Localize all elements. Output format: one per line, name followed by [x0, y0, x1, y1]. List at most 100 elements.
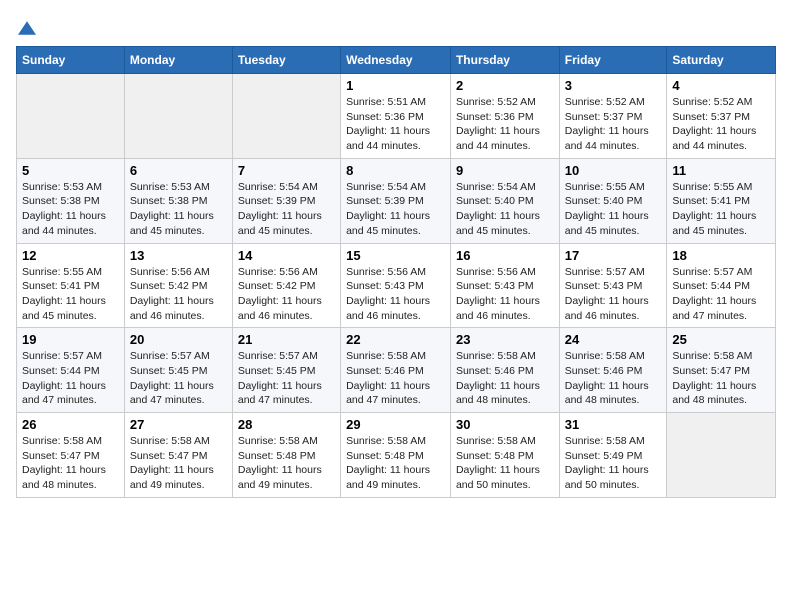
day-detail: Sunrise: 5:51 AMSunset: 5:36 PMDaylight:… — [346, 95, 445, 154]
day-cell — [17, 74, 125, 159]
day-detail: Sunrise: 5:56 AMSunset: 5:42 PMDaylight:… — [130, 265, 227, 324]
day-cell: 29 Sunrise: 5:58 AMSunset: 5:48 PMDayligh… — [341, 413, 451, 498]
day-cell: 7Sunrise: 5:54 AMSunset: 5:39 PMDaylight… — [232, 158, 340, 243]
day-detail: Sunrise: 5:58 AMSunset: 5:46 PMDaylight:… — [456, 349, 554, 408]
day-cell: 17 Sunrise: 5:57 AMSunset: 5:43 PMDayligh… — [559, 243, 667, 328]
day-detail: Sunrise: 5:53 AMSunset: 5:38 PMDaylight:… — [22, 180, 119, 239]
day-number: 30 — [456, 417, 554, 432]
day-cell: 6 Sunrise: 5:53 AMSunset: 5:38 PMDaylight… — [124, 158, 232, 243]
day-detail: Sunrise: 5:52 AMSunset: 5:36 PMDaylight:… — [456, 95, 554, 154]
day-number: 5 — [22, 163, 119, 178]
day-cell: 8 Sunrise: 5:54 AMSunset: 5:39 PMDaylight… — [341, 158, 451, 243]
day-number: 17 — [565, 248, 662, 263]
day-detail: Sunrise: 5:54 AMSunset: 5:39 PMDaylight:… — [346, 180, 445, 239]
day-cell: 16 Sunrise: 5:56 AMSunset: 5:43 PMDayligh… — [450, 243, 559, 328]
day-cell: 18 Sunrise: 5:57 AMSunset: 5:44 PMDayligh… — [667, 243, 776, 328]
calendar-table: SundayMondayTuesdayWednesdayThursdayFrid… — [16, 46, 776, 498]
day-detail: Sunrise: 5:56 AMSunset: 5:43 PMDaylight:… — [346, 265, 445, 324]
day-number: 6 — [130, 163, 227, 178]
day-detail: Sunrise: 5:57 AMSunset: 5:45 PMDaylight:… — [238, 349, 335, 408]
day-cell — [124, 74, 232, 159]
day-cell: 14 Sunrise: 5:56 AMSunset: 5:42 PMDayligh… — [232, 243, 340, 328]
day-cell: 30 Sunrise: 5:58 AMSunset: 5:48 PMDayligh… — [450, 413, 559, 498]
day-number: 18 — [672, 248, 770, 263]
day-detail: Sunrise: 5:58 AMSunset: 5:48 PMDaylight:… — [456, 434, 554, 493]
col-header-wednesday: Wednesday — [341, 47, 451, 74]
calendar-header-row: SundayMondayTuesdayWednesdayThursdayFrid… — [17, 47, 776, 74]
week-row-3: 12 Sunrise: 5:55 AMSunset: 5:41 PMDayligh… — [17, 243, 776, 328]
logo-text — [16, 16, 36, 38]
week-row-5: 26Sunrise: 5:58 AMSunset: 5:47 PMDayligh… — [17, 413, 776, 498]
day-cell: 19 Sunrise: 5:57 AMSunset: 5:44 PMDayligh… — [17, 328, 125, 413]
day-number: 3 — [565, 78, 662, 93]
day-detail: Sunrise: 5:58 AMSunset: 5:48 PMDaylight:… — [346, 434, 445, 493]
day-detail: Sunrise: 5:58 AMSunset: 5:47 PMDaylight:… — [130, 434, 227, 493]
day-number: 15 — [346, 248, 445, 263]
week-row-4: 19 Sunrise: 5:57 AMSunset: 5:44 PMDayligh… — [17, 328, 776, 413]
day-detail: Sunrise: 5:55 AMSunset: 5:40 PMDaylight:… — [565, 180, 662, 239]
day-detail: Sunrise: 5:55 AMSunset: 5:41 PMDaylight:… — [672, 180, 770, 239]
day-cell: 24 Sunrise: 5:58 AMSunset: 5:46 PMDayligh… — [559, 328, 667, 413]
week-row-1: 1 Sunrise: 5:51 AMSunset: 5:36 PMDaylight… — [17, 74, 776, 159]
col-header-saturday: Saturday — [667, 47, 776, 74]
day-cell: 21Sunrise: 5:57 AMSunset: 5:45 PMDayligh… — [232, 328, 340, 413]
logo — [16, 16, 36, 38]
day-number: 1 — [346, 78, 445, 93]
col-header-sunday: Sunday — [17, 47, 125, 74]
day-detail: Sunrise: 5:56 AMSunset: 5:42 PMDaylight:… — [238, 265, 335, 324]
day-number: 4 — [672, 78, 770, 93]
page-header — [16, 16, 776, 38]
day-cell: 20 Sunrise: 5:57 AMSunset: 5:45 PMDayligh… — [124, 328, 232, 413]
day-number: 25 — [672, 332, 770, 347]
day-number: 29 — [346, 417, 445, 432]
day-number: 19 — [22, 332, 119, 347]
day-cell: 31Sunrise: 5:58 AMSunset: 5:49 PMDayligh… — [559, 413, 667, 498]
col-header-tuesday: Tuesday — [232, 47, 340, 74]
day-number: 24 — [565, 332, 662, 347]
day-cell: 3 Sunrise: 5:52 AMSunset: 5:37 PMDaylight… — [559, 74, 667, 159]
day-number: 12 — [22, 248, 119, 263]
day-detail: Sunrise: 5:57 AMSunset: 5:43 PMDaylight:… — [565, 265, 662, 324]
day-cell — [232, 74, 340, 159]
day-number: 14 — [238, 248, 335, 263]
day-number: 22 — [346, 332, 445, 347]
day-cell: 26Sunrise: 5:58 AMSunset: 5:47 PMDayligh… — [17, 413, 125, 498]
day-cell: 9Sunrise: 5:54 AMSunset: 5:40 PMDaylight… — [450, 158, 559, 243]
day-detail: Sunrise: 5:54 AMSunset: 5:39 PMDaylight:… — [238, 180, 335, 239]
day-detail: Sunrise: 5:58 AMSunset: 5:49 PMDaylight:… — [565, 434, 662, 493]
day-cell: 4Sunrise: 5:52 AMSunset: 5:37 PMDaylight… — [667, 74, 776, 159]
day-detail: Sunrise: 5:57 AMSunset: 5:45 PMDaylight:… — [130, 349, 227, 408]
week-row-2: 5 Sunrise: 5:53 AMSunset: 5:38 PMDaylight… — [17, 158, 776, 243]
day-detail: Sunrise: 5:56 AMSunset: 5:43 PMDaylight:… — [456, 265, 554, 324]
day-number: 11 — [672, 163, 770, 178]
day-detail: Sunrise: 5:58 AMSunset: 5:47 PMDaylight:… — [672, 349, 770, 408]
day-detail: Sunrise: 5:52 AMSunset: 5:37 PMDaylight:… — [565, 95, 662, 154]
day-cell: 23 Sunrise: 5:58 AMSunset: 5:46 PMDayligh… — [450, 328, 559, 413]
day-cell: 11 Sunrise: 5:55 AMSunset: 5:41 PMDayligh… — [667, 158, 776, 243]
day-number: 10 — [565, 163, 662, 178]
day-cell: 1 Sunrise: 5:51 AMSunset: 5:36 PMDaylight… — [341, 74, 451, 159]
day-cell: 12 Sunrise: 5:55 AMSunset: 5:41 PMDayligh… — [17, 243, 125, 328]
day-detail: Sunrise: 5:58 AMSunset: 5:47 PMDaylight:… — [22, 434, 119, 493]
day-detail: Sunrise: 5:55 AMSunset: 5:41 PMDaylight:… — [22, 265, 119, 324]
col-header-thursday: Thursday — [450, 47, 559, 74]
day-cell: 13Sunrise: 5:56 AMSunset: 5:42 PMDayligh… — [124, 243, 232, 328]
day-number: 28 — [238, 417, 335, 432]
day-cell — [667, 413, 776, 498]
col-header-monday: Monday — [124, 47, 232, 74]
day-detail: Sunrise: 5:57 AMSunset: 5:44 PMDaylight:… — [672, 265, 770, 324]
day-number: 16 — [456, 248, 554, 263]
day-number: 27 — [130, 417, 227, 432]
day-detail: Sunrise: 5:53 AMSunset: 5:38 PMDaylight:… — [130, 180, 227, 239]
day-cell: 27 Sunrise: 5:58 AMSunset: 5:47 PMDayligh… — [124, 413, 232, 498]
day-number: 20 — [130, 332, 227, 347]
day-cell: 25 Sunrise: 5:58 AMSunset: 5:47 PMDayligh… — [667, 328, 776, 413]
day-detail: Sunrise: 5:58 AMSunset: 5:46 PMDaylight:… — [565, 349, 662, 408]
day-number: 23 — [456, 332, 554, 347]
day-detail: Sunrise: 5:57 AMSunset: 5:44 PMDaylight:… — [22, 349, 119, 408]
day-number: 2 — [456, 78, 554, 93]
day-detail: Sunrise: 5:58 AMSunset: 5:46 PMDaylight:… — [346, 349, 445, 408]
day-cell: 2 Sunrise: 5:52 AMSunset: 5:36 PMDaylight… — [450, 74, 559, 159]
day-number: 8 — [346, 163, 445, 178]
col-header-friday: Friday — [559, 47, 667, 74]
